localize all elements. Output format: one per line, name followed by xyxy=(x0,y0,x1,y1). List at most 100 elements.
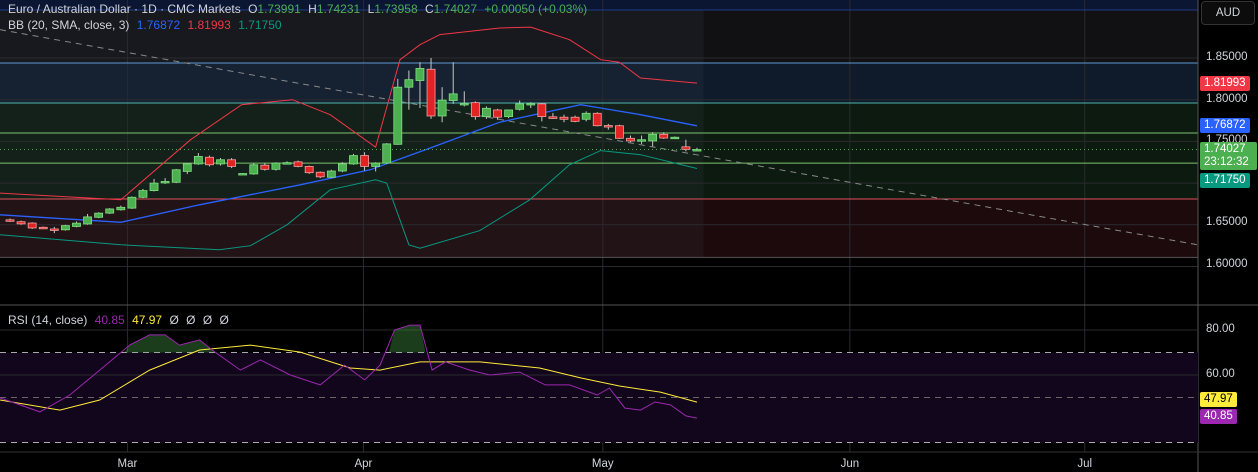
candle-up xyxy=(692,149,702,152)
candle-up xyxy=(459,103,469,106)
candle-up xyxy=(404,79,414,88)
rsi-na-1: Ø xyxy=(169,313,179,327)
candle-up xyxy=(94,212,104,218)
candle-up xyxy=(116,206,126,211)
price-tick: 1.80000 xyxy=(1206,93,1248,105)
candle-down xyxy=(559,116,569,120)
time-tick: Mar xyxy=(117,458,138,470)
price-tick: 1.60000 xyxy=(1206,258,1248,270)
rsi-tick: 60.00 xyxy=(1206,368,1235,380)
bar-countdown: 23:12:32 xyxy=(1204,156,1249,168)
candle-down xyxy=(681,146,691,150)
candle-down xyxy=(470,102,480,118)
candle-down xyxy=(49,228,59,231)
ohlc-high: H1.74231 xyxy=(308,2,361,16)
chart-canvas[interactable] xyxy=(0,0,1258,472)
bb-title[interactable]: BB (20, SMA, close, 3) xyxy=(8,18,129,32)
candle-up xyxy=(637,139,646,142)
candle-up xyxy=(216,159,225,165)
candle-down xyxy=(27,222,37,229)
candle-down xyxy=(315,171,325,178)
candle-up xyxy=(648,133,658,142)
candle-up xyxy=(337,163,347,172)
candle-down xyxy=(426,68,436,117)
rsi-ma-label: 47.97 xyxy=(1200,392,1237,407)
time-tick: Jul xyxy=(1077,458,1093,470)
candle-up xyxy=(448,93,458,101)
bb-lower-value: 1.71750 xyxy=(238,18,282,32)
time-tick: May xyxy=(591,458,614,470)
rsi-label: 40.85 xyxy=(1200,409,1237,424)
candle-down xyxy=(603,125,613,128)
candle-up xyxy=(526,103,536,106)
rsi-title[interactable]: RSI (14, close) xyxy=(8,313,87,327)
time-tick: Apr xyxy=(354,458,373,470)
rsi-value: 40.85 xyxy=(94,313,125,327)
candle-up xyxy=(581,112,591,120)
bb-upper-label: 1.81993 xyxy=(1200,76,1250,91)
candle-up xyxy=(182,163,192,172)
rsi-na-2: Ø xyxy=(186,313,196,327)
bb-zone xyxy=(0,9,704,258)
bb-basis-value: 1.76872 xyxy=(136,18,181,32)
candle-down xyxy=(659,133,669,139)
candle-down xyxy=(592,112,602,127)
ohlc-low: L1.73958 xyxy=(367,2,418,16)
rsi-ma-value: 47.97 xyxy=(132,313,163,327)
candle-down xyxy=(38,226,48,230)
candle-up xyxy=(371,162,381,167)
candle-up xyxy=(61,225,70,231)
candle-up xyxy=(282,162,292,165)
candle-up xyxy=(415,68,425,81)
candle-up xyxy=(105,208,115,214)
candle-down xyxy=(493,109,502,118)
candle-down xyxy=(537,103,547,118)
currency-button[interactable]: AUD xyxy=(1201,1,1255,25)
candle-down xyxy=(304,166,314,174)
symbol-title[interactable]: Euro / Australian Dollar · 1D · CMC Mark… xyxy=(8,2,241,16)
candle-down xyxy=(227,159,237,167)
last-price-label: 1.74027 23:12:32 xyxy=(1200,142,1257,170)
candle-up xyxy=(83,216,92,225)
candle-down xyxy=(293,161,303,167)
candle-up xyxy=(127,196,137,209)
candle-up xyxy=(382,143,392,164)
candle-up xyxy=(437,99,447,117)
candle-up xyxy=(393,86,403,145)
candle-up xyxy=(193,156,203,165)
candle-up xyxy=(349,155,358,165)
candle-down xyxy=(205,156,214,166)
candle-up xyxy=(326,170,336,178)
rsi-na-3: Ø xyxy=(202,313,213,327)
price-tick: 1.85000 xyxy=(1206,51,1248,63)
candle-up xyxy=(171,169,181,183)
candle-down xyxy=(615,125,624,139)
candle-up xyxy=(482,107,491,118)
candle-down xyxy=(548,116,558,119)
candle-down xyxy=(260,164,270,170)
candle-down xyxy=(16,221,26,225)
candle-down xyxy=(626,137,635,142)
candle-up xyxy=(249,164,259,175)
last-price: 1.74027 xyxy=(1204,143,1246,155)
candle-up xyxy=(515,103,525,110)
rsi-na-4: Ø xyxy=(219,313,229,327)
candle-up xyxy=(149,182,159,192)
candle-up xyxy=(238,173,248,176)
rsi-legend: RSI (14, close) 40.85 47.97 Ø Ø Ø Ø xyxy=(8,313,233,327)
price-tick: 1.65000 xyxy=(1206,216,1248,228)
candle-up xyxy=(72,222,81,227)
ohlc-change: +0.00050 (+0.03%) xyxy=(484,2,588,16)
candle-up xyxy=(138,190,148,198)
bb-upper-value: 1.81993 xyxy=(187,18,231,32)
rsi-overbought-fill xyxy=(388,325,426,353)
bb-legend: BB (20, SMA, close, 3) 1.76872 1.81993 1… xyxy=(8,18,286,32)
candle-down xyxy=(5,219,15,222)
ohlc-close: C1.74027 xyxy=(424,2,478,16)
time-tick: Jun xyxy=(840,458,860,470)
candle-up xyxy=(504,109,514,118)
rsi-tick: 80.00 xyxy=(1206,323,1235,335)
candle-down xyxy=(570,116,580,122)
candle-down xyxy=(360,155,369,167)
symbol-legend: Euro / Australian Dollar · 1D · CMC Mark… xyxy=(8,2,591,16)
